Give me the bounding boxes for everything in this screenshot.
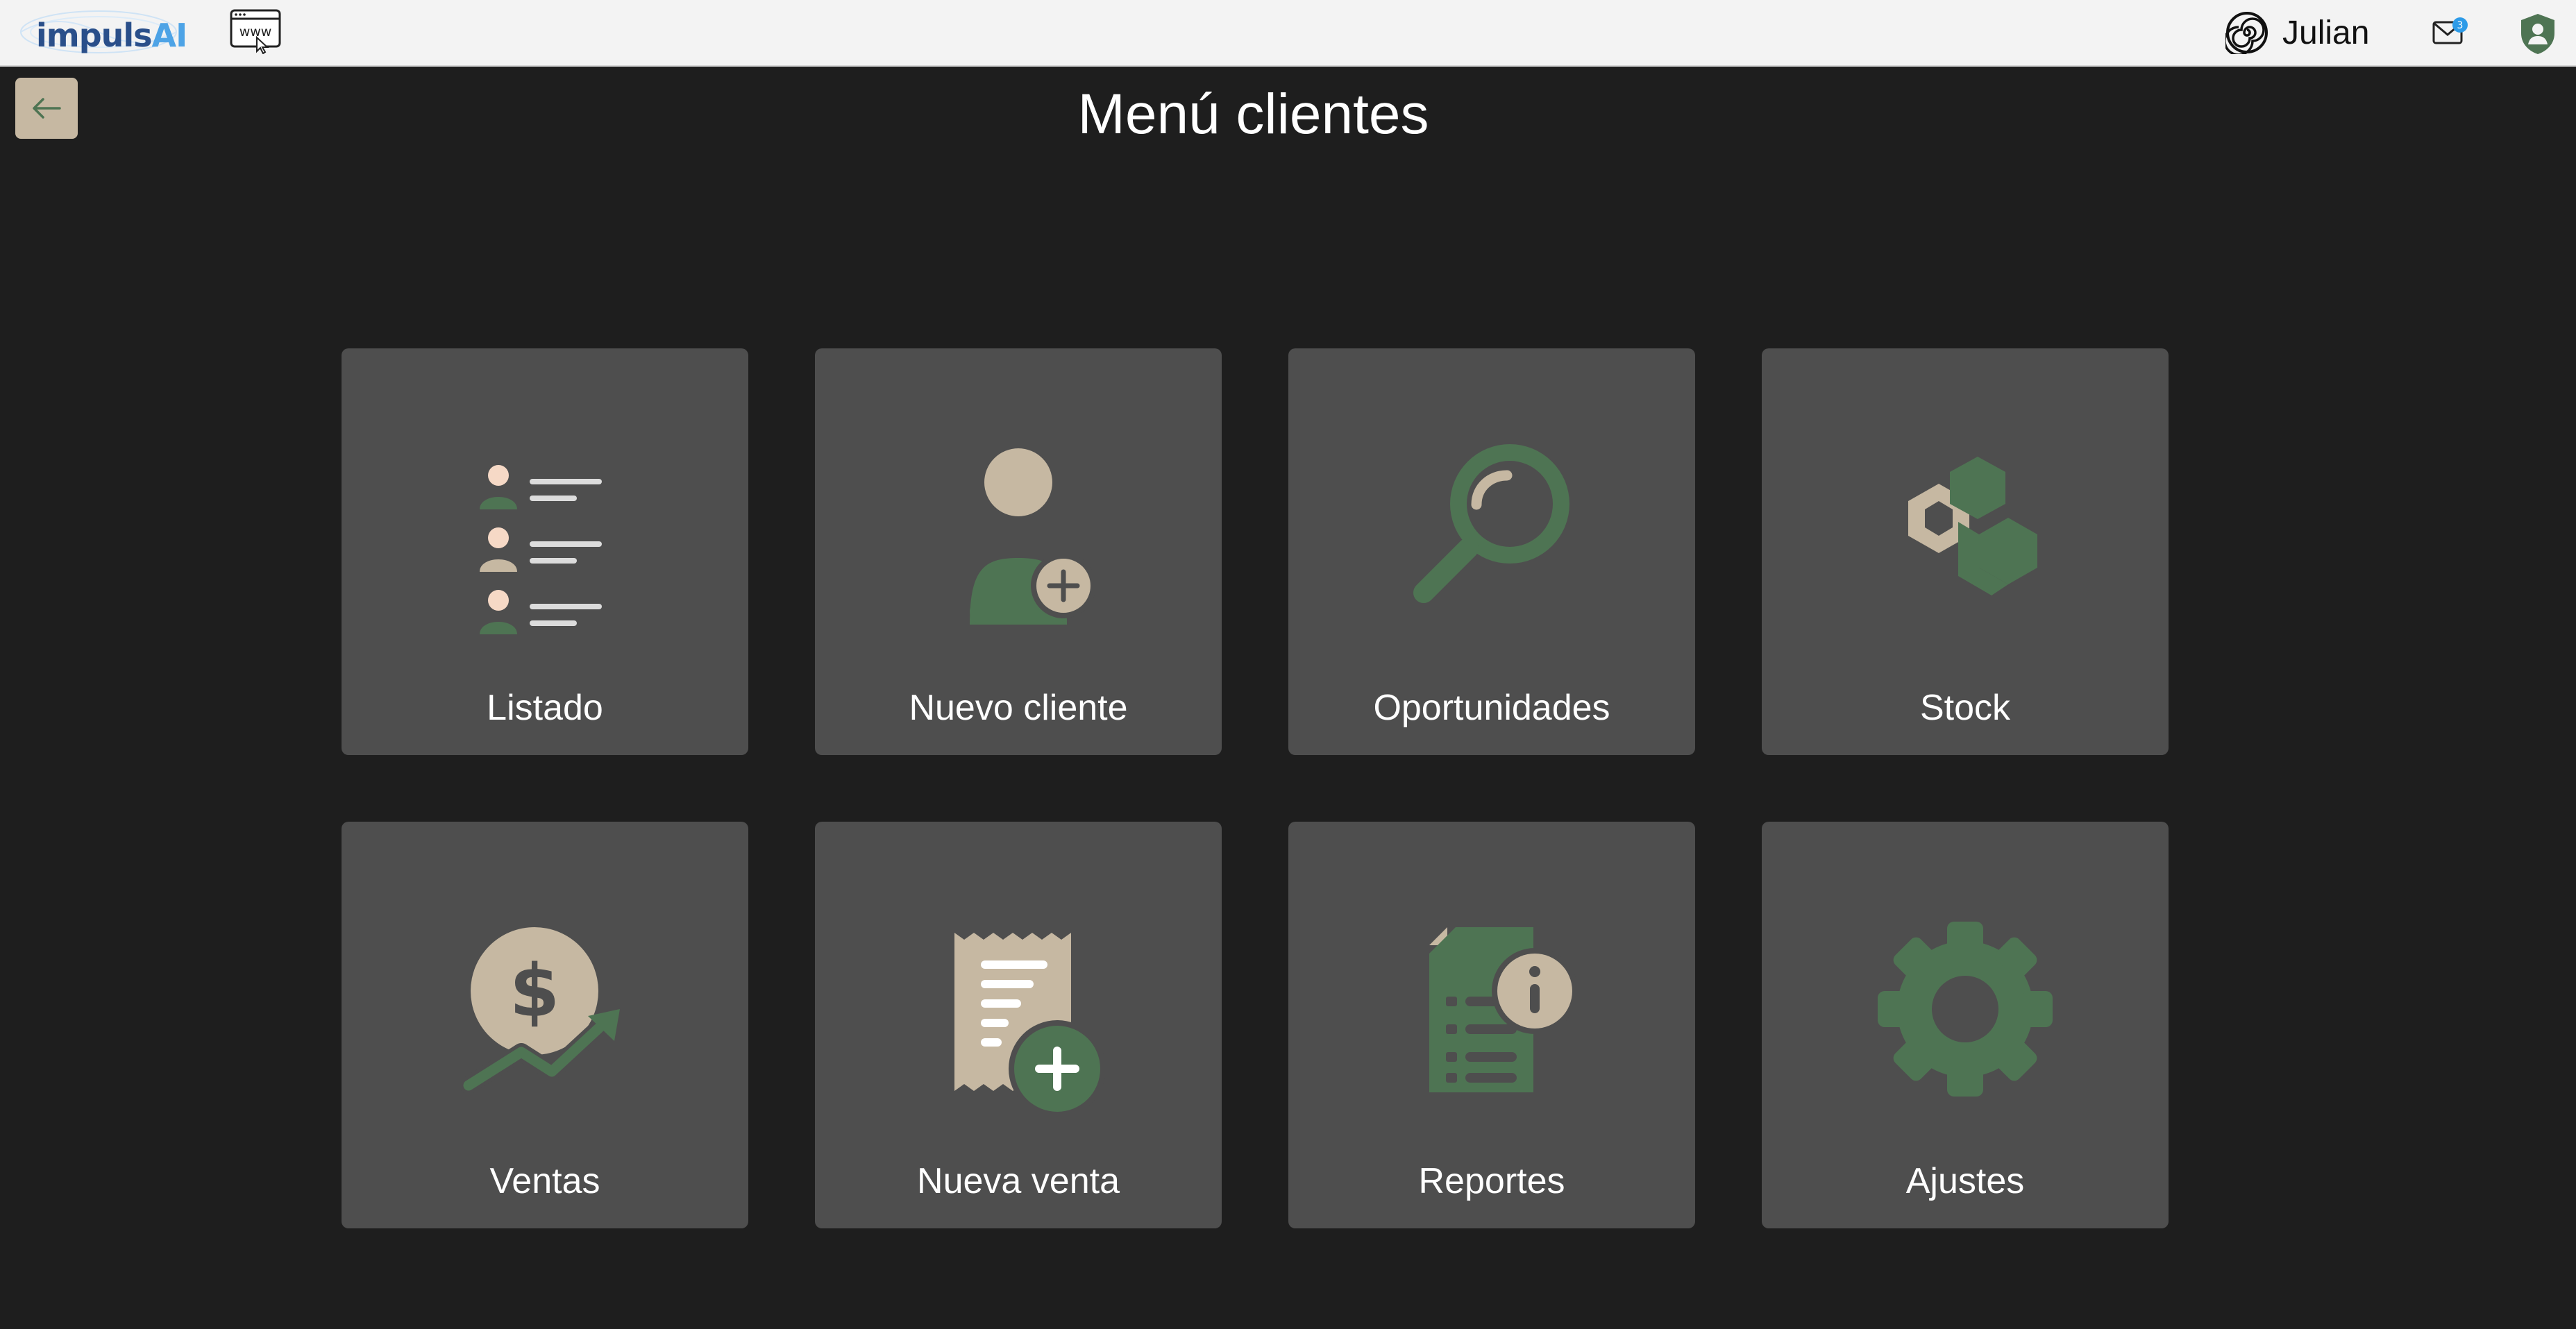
menu-grid: Listado Nuevo cliente Oportunidades Stoc… (342, 348, 2169, 1228)
svg-text:www: www (239, 24, 272, 40)
client-list-icon (480, 465, 602, 634)
mail-badge-count: 3 (2457, 20, 2464, 31)
logo-text-accent: AI (151, 17, 188, 54)
tile-ventas[interactable]: $ Ventas (342, 822, 748, 1228)
tile-oportunidades[interactable]: Oportunidades (1288, 348, 1695, 755)
tile-label: Ajustes (1905, 1161, 2025, 1201)
add-user-icon (970, 448, 1096, 625)
magnifier-icon (1413, 444, 1569, 603)
sales-growth-icon: $ (460, 927, 620, 1094)
tile-stock[interactable]: Stock (1762, 348, 2169, 755)
impulsai-logo[interactable]: impulsAI (15, 7, 187, 57)
top-bar: impulsAI www Julian 3 (0, 0, 2576, 67)
svg-text:$: $ (510, 949, 559, 1033)
gear-icon (1878, 922, 2053, 1097)
logo-text-main: impuls (36, 17, 153, 54)
boxes-icon (1908, 457, 2037, 595)
tile-label: Nuevo cliente (909, 688, 1128, 728)
new-receipt-icon (954, 933, 1106, 1113)
tile-listado[interactable]: Listado (342, 348, 748, 755)
spiral-avatar-icon (2225, 12, 2268, 54)
tile-nueva-venta[interactable]: Nueva venta (815, 822, 1222, 1228)
report-info-icon (1429, 927, 1578, 1092)
user-name: Julian (2282, 14, 2370, 51)
tile-label: Nueva venta (917, 1161, 1120, 1201)
tile-label: Listado (487, 688, 603, 728)
page-title: Menú clientes (1077, 83, 1429, 146)
user-menu[interactable]: Julian (2225, 10, 2369, 56)
tile-label: Stock (1919, 688, 2011, 728)
tile-nuevo-cliente[interactable]: Nuevo cliente (815, 348, 1222, 755)
tile-label: Ventas (489, 1161, 600, 1201)
tile-ajustes[interactable]: Ajustes (1762, 822, 2169, 1228)
www-browser-icon[interactable]: www (229, 8, 282, 55)
tile-reportes[interactable]: Reportes (1288, 822, 1695, 1228)
tile-label: Reportes (1418, 1161, 1565, 1201)
logo-text: impulsAI (36, 17, 187, 54)
mail-icon[interactable]: 3 (2431, 15, 2473, 50)
tile-label: Oportunidades (1373, 688, 1610, 728)
shield-user-icon[interactable] (2518, 12, 2557, 56)
